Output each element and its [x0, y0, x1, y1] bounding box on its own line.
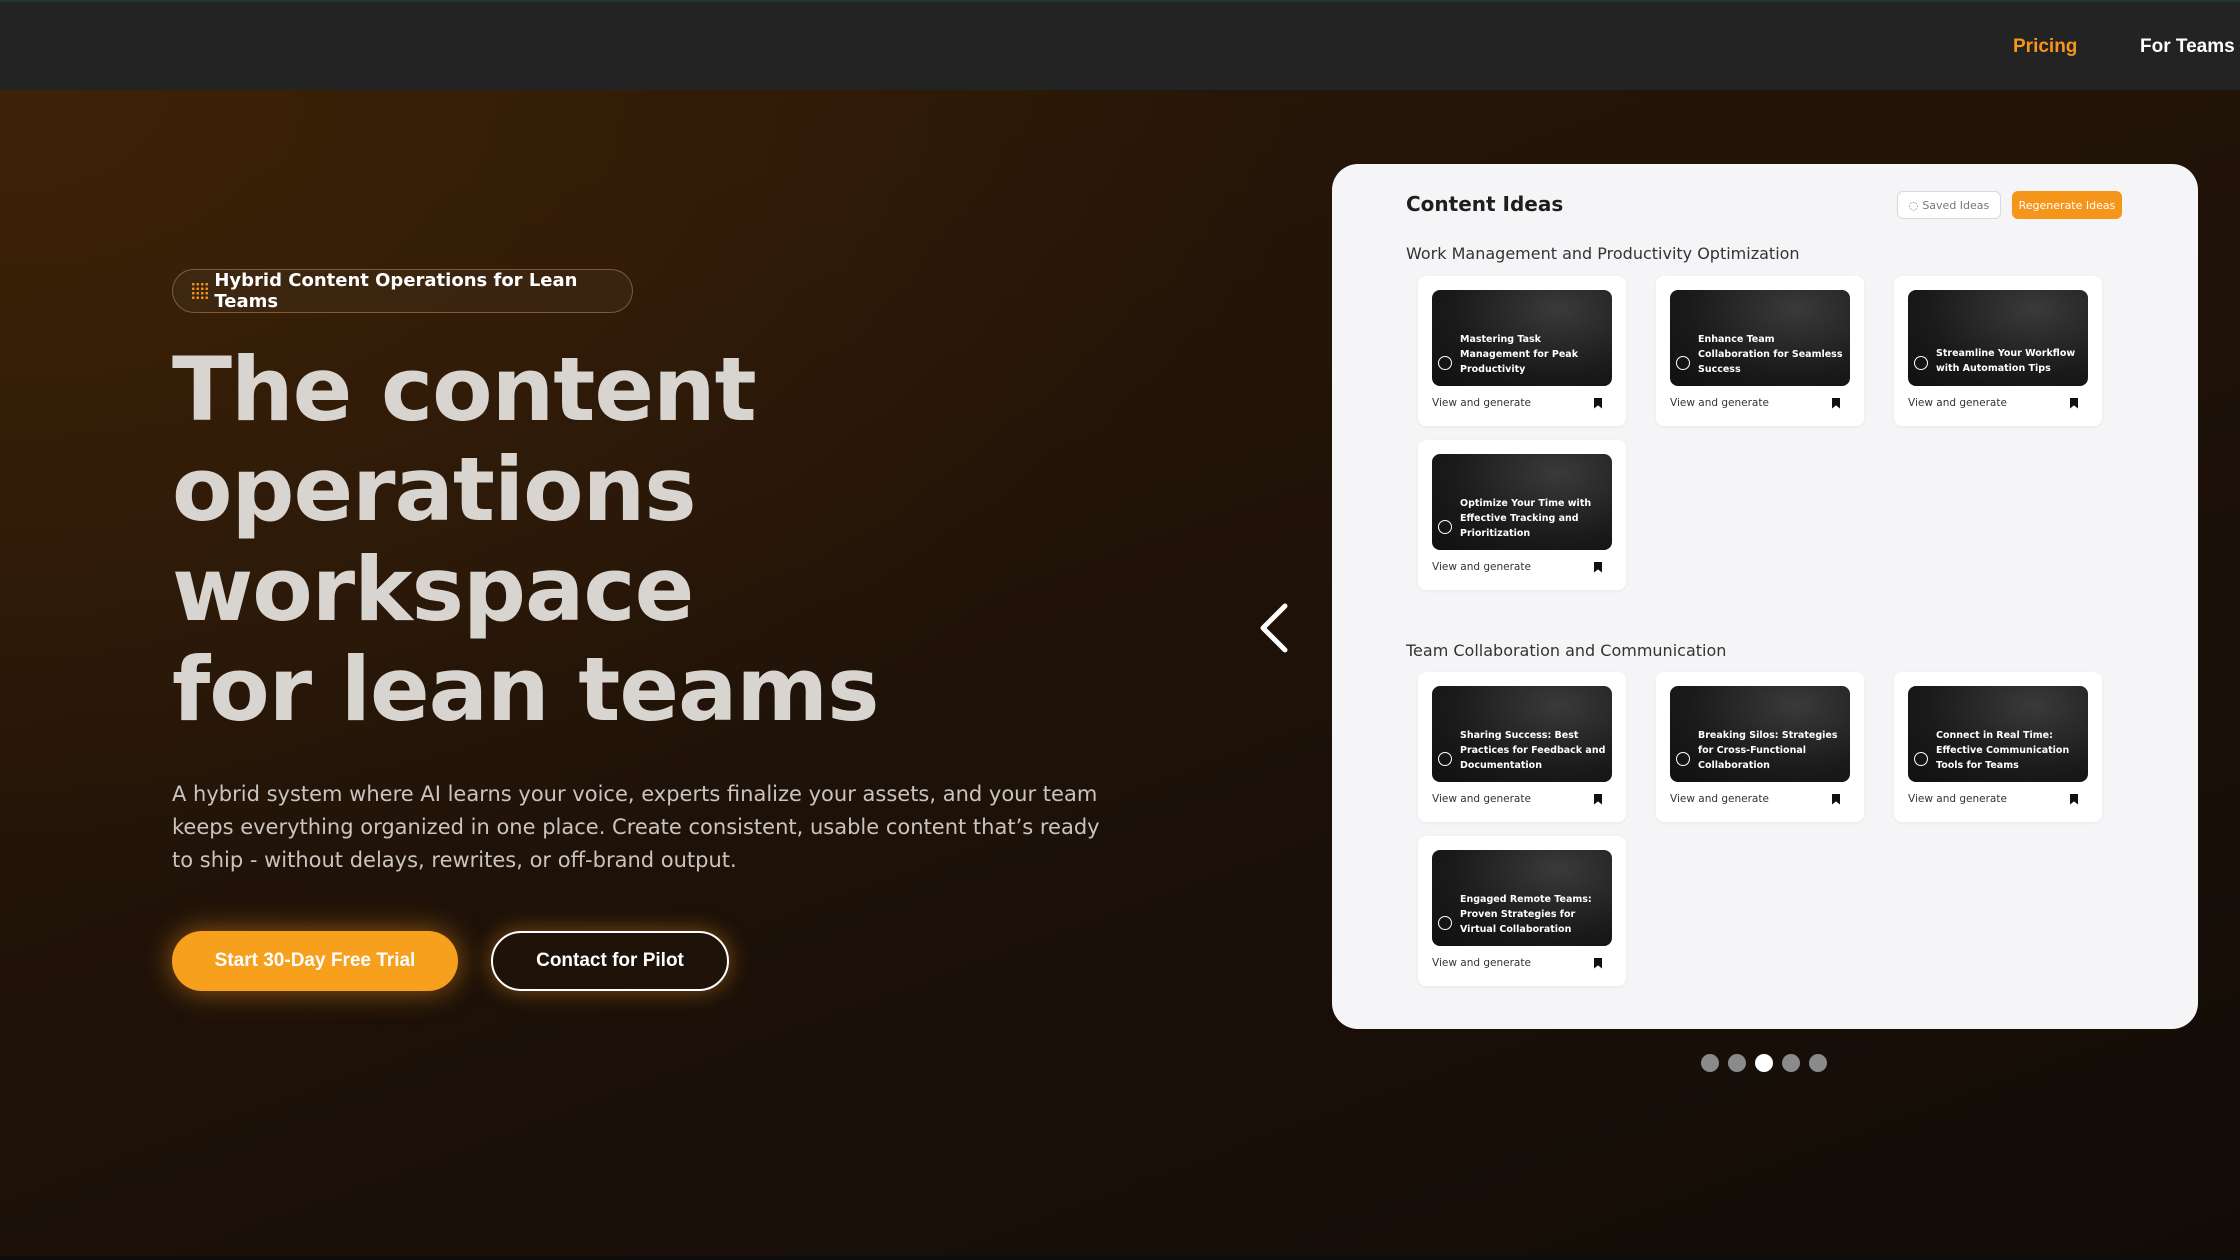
- idea-card[interactable]: Connect in Real Time: Effective Communic…: [1894, 672, 2102, 822]
- idea-card[interactable]: Sharing Success: Best Practices for Feed…: [1418, 672, 1626, 822]
- idea-title: Sharing Success: Best Practices for Feed…: [1460, 730, 1606, 771]
- top-navbar: Pricing For Teams ▾: [0, 0, 2240, 90]
- idea-clock-icon: [1676, 752, 1690, 766]
- nav-for-teams-link[interactable]: For Teams ▾: [2140, 36, 2240, 58]
- idea-title: Enhance Team Collaboration for Seamless …: [1698, 334, 1843, 375]
- content-ideas-panel: Content Ideas ◌ Saved Ideas Regenerate I…: [1332, 164, 2198, 1029]
- idea-clock-icon: [1438, 916, 1452, 930]
- idea-footer: View and generate: [1670, 394, 1850, 412]
- idea-footer: View and generate: [1432, 790, 1612, 808]
- start-free-trial-button[interactable]: Start 30-Day Free Trial: [172, 931, 458, 991]
- idea-title: Breaking Silos: Strategies for Cross-Fun…: [1698, 730, 1838, 771]
- idea-thumbnail: Enhance Team Collaboration for Seamless …: [1670, 290, 1850, 386]
- saved-ideas-label: Saved Ideas: [1922, 198, 1990, 212]
- carousel-dot[interactable]: [1782, 1054, 1800, 1072]
- bookmark-icon[interactable]: [1832, 793, 1840, 805]
- idea-footer: View and generate: [1908, 394, 2088, 412]
- view-and-generate-link[interactable]: View and generate: [1432, 957, 1531, 969]
- carousel-dot[interactable]: [1755, 1054, 1773, 1072]
- view-and-generate-link[interactable]: View and generate: [1908, 397, 2007, 409]
- idea-clock-icon: [1438, 520, 1452, 534]
- view-and-generate-link[interactable]: View and generate: [1432, 793, 1531, 805]
- idea-title: Mastering Task Management for Peak Produ…: [1460, 334, 1579, 375]
- lightbulb-icon: ◌: [1908, 198, 1919, 212]
- hero-subtext: A hybrid system where AI learns your voi…: [172, 782, 1100, 872]
- page-bottom-edge: [0, 1256, 2240, 1260]
- idea-clock-icon: [1438, 752, 1452, 766]
- idea-thumbnail: Engaged Remote Teams: Proven Strategies …: [1432, 850, 1612, 946]
- idea-title: Connect in Real Time: Effective Communic…: [1936, 730, 2070, 771]
- idea-card[interactable]: Optimize Your Time with Effective Tracki…: [1418, 440, 1626, 590]
- headline-line-3: workspace: [172, 538, 694, 641]
- idea-card[interactable]: Enhance Team Collaboration for Seamless …: [1656, 276, 1864, 426]
- idea-card[interactable]: Breaking Silos: Strategies for Cross-Fun…: [1656, 672, 1864, 822]
- regenerate-ideas-button[interactable]: Regenerate Ideas: [2012, 191, 2122, 219]
- carousel-pagination: [1701, 1054, 1827, 1072]
- bookmark-icon[interactable]: [1594, 561, 1602, 573]
- carousel-dot[interactable]: [1728, 1054, 1746, 1072]
- view-and-generate-link[interactable]: View and generate: [1432, 561, 1531, 573]
- bookmark-icon[interactable]: [1594, 957, 1602, 969]
- view-and-generate-link[interactable]: View and generate: [1670, 793, 1769, 805]
- bookmark-icon[interactable]: [2070, 397, 2078, 409]
- idea-thumbnail: Breaking Silos: Strategies for Cross-Fun…: [1670, 686, 1850, 782]
- bookmark-icon[interactable]: [1594, 397, 1602, 409]
- idea-footer: View and generate: [1670, 790, 1850, 808]
- bookmark-icon[interactable]: [1594, 793, 1602, 805]
- headline-line-4: for lean teams: [172, 638, 880, 741]
- carousel-dot[interactable]: [1701, 1054, 1719, 1072]
- idea-card[interactable]: Streamline Your Workflow with Automation…: [1894, 276, 2102, 426]
- idea-thumbnail: Mastering Task Management for Peak Produ…: [1432, 290, 1612, 386]
- idea-thumbnail: Sharing Success: Best Practices for Feed…: [1432, 686, 1612, 782]
- section-title-work-management: Work Management and Productivity Optimiz…: [1406, 244, 1800, 263]
- headline-line-1: The content: [172, 338, 757, 441]
- view-and-generate-link[interactable]: View and generate: [1670, 397, 1769, 409]
- idea-clock-icon: [1914, 752, 1928, 766]
- idea-clock-icon: [1438, 356, 1452, 370]
- contact-for-pilot-button[interactable]: Contact for Pilot: [491, 931, 729, 991]
- idea-clock-icon: [1676, 356, 1690, 370]
- view-and-generate-link[interactable]: View and generate: [1908, 793, 2007, 805]
- hero-badge: Hybrid Content Operations for Lean Teams: [172, 269, 633, 313]
- headline-line-2: operations: [172, 438, 697, 541]
- idea-footer: View and generate: [1432, 558, 1612, 576]
- idea-title: Optimize Your Time with Effective Tracki…: [1460, 498, 1592, 539]
- saved-ideas-button[interactable]: ◌ Saved Ideas: [1897, 191, 2001, 219]
- idea-thumbnail: Streamline Your Workflow with Automation…: [1908, 290, 2088, 386]
- carousel-dot[interactable]: [1809, 1054, 1827, 1072]
- idea-footer: View and generate: [1432, 394, 1612, 412]
- nav-for-teams-label: For Teams: [2140, 36, 2235, 57]
- idea-clock-icon: [1914, 356, 1928, 370]
- hero-headline: The content operations workspace for lea…: [172, 340, 1072, 740]
- bookmark-icon[interactable]: [2070, 793, 2078, 805]
- section-title-team-collaboration: Team Collaboration and Communication: [1406, 641, 1727, 660]
- dot-grid-icon: [191, 282, 209, 300]
- idea-thumbnail: Connect in Real Time: Effective Communic…: [1908, 686, 2088, 782]
- idea-card[interactable]: Engaged Remote Teams: Proven Strategies …: [1418, 836, 1626, 986]
- panel-title: Content Ideas: [1406, 192, 1564, 216]
- idea-title: Engaged Remote Teams: Proven Strategies …: [1460, 894, 1592, 935]
- hero-badge-label: Hybrid Content Operations for Lean Teams: [214, 270, 578, 312]
- idea-thumbnail: Optimize Your Time with Effective Tracki…: [1432, 454, 1612, 550]
- idea-title: Streamline Your Workflow with Automation…: [1936, 348, 2076, 374]
- idea-footer: View and generate: [1432, 954, 1612, 972]
- idea-card[interactable]: Mastering Task Management for Peak Produ…: [1418, 276, 1626, 426]
- bookmark-icon[interactable]: [1832, 397, 1840, 409]
- carousel-prev-chevron-left-icon[interactable]: [1255, 602, 1295, 654]
- idea-footer: View and generate: [1908, 790, 2088, 808]
- view-and-generate-link[interactable]: View and generate: [1432, 397, 1531, 409]
- nav-pricing-link[interactable]: Pricing: [2013, 36, 2077, 58]
